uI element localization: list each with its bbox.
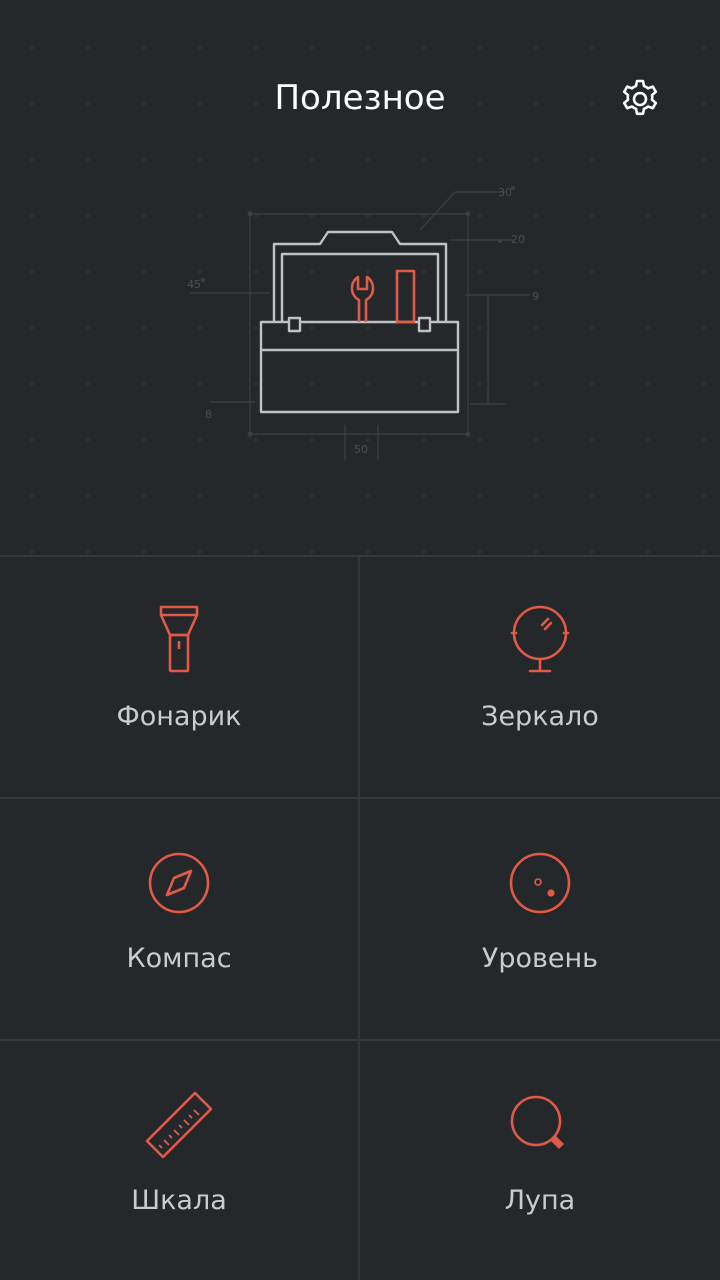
tools-grid: Фонарик Зеркало Компас Уровень Шкала Луп… xyxy=(0,555,720,1280)
gear-icon xyxy=(622,79,658,116)
flashlight-icon xyxy=(159,605,199,673)
dimension-label: 9 xyxy=(532,290,539,303)
ruler-icon xyxy=(145,1091,213,1159)
tools-screen: Полезное 30 20 45 9 8 50 Фонарик Зеркало… xyxy=(0,0,720,1280)
tool-label: Фонарик xyxy=(116,701,242,732)
dimension-label: 8 xyxy=(205,408,212,421)
level-icon xyxy=(509,852,571,914)
dimension-label: 50 xyxy=(354,443,368,456)
tool-label: Лупа xyxy=(504,1185,576,1216)
tool-magnifier[interactable]: Лупа xyxy=(360,1041,720,1280)
tool-label: Шкала xyxy=(131,1185,227,1216)
dimension-label: 20 xyxy=(511,233,525,246)
tool-label: Компас xyxy=(126,943,232,974)
hero-area: Полезное 30 20 45 9 8 50 xyxy=(0,0,720,555)
compass-icon xyxy=(148,852,210,914)
tool-ruler[interactable]: Шкала xyxy=(0,1041,360,1280)
tool-mirror[interactable]: Зеркало xyxy=(360,557,720,799)
mirror-icon xyxy=(510,605,570,673)
tool-level[interactable]: Уровень xyxy=(360,799,720,1041)
tool-flashlight[interactable]: Фонарик xyxy=(0,557,360,799)
tool-compass[interactable]: Компас xyxy=(0,799,360,1041)
toolbox-illustration: 30 20 45 9 8 50 xyxy=(187,186,539,460)
magnifier-icon xyxy=(510,1095,564,1149)
dimension-label: 45 xyxy=(187,278,201,291)
dimension-label: 30 xyxy=(498,186,512,199)
tool-label: Уровень xyxy=(481,943,599,974)
settings-button[interactable] xyxy=(612,71,668,127)
tool-label: Зеркало xyxy=(481,701,599,732)
